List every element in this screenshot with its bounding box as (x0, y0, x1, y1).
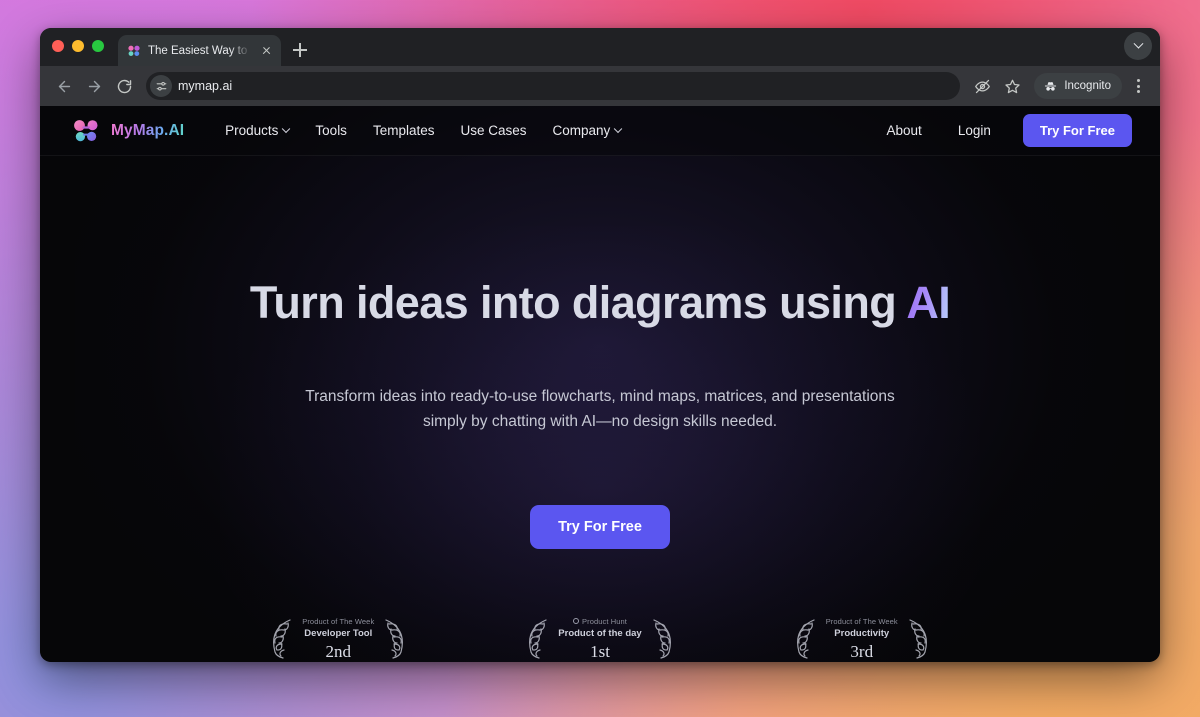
hero-title: Turn ideas into diagrams using AI (40, 278, 1160, 328)
award-text: Product of The Week Productivity 3rd (824, 617, 900, 662)
nav-item-templates[interactable]: Templates (360, 117, 448, 144)
incognito-icon (1045, 81, 1057, 91)
nav-item-label: Login (957, 123, 991, 138)
nav-item-tools[interactable]: Tools (302, 117, 360, 144)
hide-password-icon[interactable] (968, 72, 996, 100)
brand-logo[interactable]: MyMap.AI (72, 118, 184, 144)
bookmark-star-icon[interactable] (998, 72, 1026, 100)
award-badge: Product of The Week Productivity 3rd (790, 617, 934, 662)
nav-item-label: Products (225, 123, 279, 138)
address-bar[interactable]: mymap.ai (146, 72, 961, 100)
award-rank: 3rd (850, 641, 874, 661)
award-rank: 2nd (325, 641, 352, 661)
nav-item-label: About (886, 123, 922, 138)
kebab-dot (1136, 90, 1140, 93)
award-text: Product of The Week Developer Tool 2nd (300, 617, 376, 662)
kebab-dot (1136, 79, 1140, 82)
tab-strip: The Easiest Way to Create Dia (40, 28, 1160, 66)
hero-cta-wrapper: Try For Free (40, 504, 1160, 549)
browser-tab[interactable]: The Easiest Way to Create Dia (118, 35, 281, 66)
laurel-left-icon (796, 619, 815, 659)
web-page: MyMap.AI Products Tools Templates Use Ca… (40, 106, 1160, 662)
secondary-nav-links: About Login Try For Free (871, 114, 1132, 147)
nav-item-company[interactable]: Company (540, 117, 635, 144)
award-top-label: Product of The Week (826, 617, 898, 626)
mymap-logo-icon (72, 118, 102, 144)
close-icon[interactable] (258, 43, 274, 59)
laurel-right-icon (653, 619, 671, 659)
try-for-free-hero-button[interactable]: Try For Free (530, 504, 670, 549)
award-category: Product of the day (558, 628, 642, 639)
primary-nav-links: Products Tools Templates Use Cases Compa… (212, 117, 634, 144)
nav-item-label: Templates (372, 123, 435, 138)
hero-subtitle: Transform ideas into ready-to-use flowch… (40, 384, 1160, 435)
award-top-text: Product of The Week (302, 616, 375, 626)
tab-title: The Easiest Way to Create Dia (148, 44, 251, 57)
laurel-left-icon (273, 619, 291, 659)
laurel-right-icon (385, 619, 404, 659)
award-rank: 1st (590, 641, 610, 661)
nav-item-about[interactable]: About (871, 117, 938, 144)
try-for-free-nav-button[interactable]: Try For Free (1022, 114, 1132, 147)
hero-title-accent: AI (906, 277, 951, 328)
tab-search-button[interactable] (1124, 32, 1152, 60)
laurel-right-icon (909, 619, 927, 659)
award-category: Productivity (834, 628, 890, 639)
incognito-label: Incognito (1064, 80, 1111, 92)
minimize-window-button[interactable] (72, 39, 84, 52)
hero-section: Turn ideas into diagrams using AI Transf… (40, 156, 1160, 549)
award-badge: Product Hunt Product of the day 1st (522, 617, 677, 662)
chevron-down-icon (282, 124, 291, 133)
toolbar-actions: Incognito (968, 72, 1150, 100)
product-hunt-icon (573, 618, 579, 625)
hero-subtitle-line-2: simply by chatting with AI—no design ski… (422, 413, 778, 431)
nav-item-products[interactable]: Products (212, 117, 302, 144)
window-controls (52, 28, 118, 66)
award-badge: Product of The Week Developer Tool 2nd (266, 617, 410, 662)
nav-item-use-cases[interactable]: Use Cases (447, 117, 539, 144)
incognito-indicator[interactable]: Incognito (1034, 73, 1122, 99)
awards-row: Product of The Week Developer Tool 2nd P… (40, 617, 1160, 662)
site-navigation: MyMap.AI Products Tools Templates Use Ca… (40, 106, 1160, 156)
nav-item-label: Company (552, 123, 611, 138)
chrome-menu-button[interactable] (1126, 72, 1150, 100)
browser-window: The Easiest Way to Create Dia (40, 28, 1160, 662)
browser-toolbar: mymap.ai Incognito (40, 66, 1160, 106)
kebab-dot (1136, 84, 1140, 88)
nav-item-label: Use Cases (460, 123, 527, 138)
reload-button[interactable] (110, 72, 138, 100)
back-button[interactable] (50, 72, 78, 100)
award-top-label: Product Hunt (558, 617, 641, 626)
award-top-text: Product Hunt (582, 616, 627, 626)
award-top-text: Product of The Week (825, 616, 898, 626)
close-window-button[interactable] (52, 39, 64, 52)
hero-title-main: Turn ideas into diagrams using (249, 277, 907, 328)
brand-name: MyMap.AI (111, 121, 185, 139)
maximize-window-button[interactable] (92, 39, 104, 52)
award-top-label: Product of The Week (302, 617, 374, 626)
hero-subtitle-line-1: Transform ideas into ready-to-use flowch… (305, 387, 895, 405)
chevron-down-icon (614, 124, 623, 133)
laurel-left-icon (529, 619, 547, 659)
new-tab-button[interactable] (286, 36, 314, 64)
forward-button[interactable] (80, 72, 108, 100)
award-category: Developer Tool (304, 628, 373, 639)
nav-item-login[interactable]: Login (942, 117, 1007, 144)
mymap-favicon-icon (127, 44, 141, 58)
address-bar-url: mymap.ai (178, 79, 233, 93)
nav-item-label: Tools (315, 123, 347, 138)
award-text: Product Hunt Product of the day 1st (556, 617, 643, 662)
tune-icon[interactable] (150, 75, 172, 97)
chevron-down-icon (1133, 38, 1143, 49)
